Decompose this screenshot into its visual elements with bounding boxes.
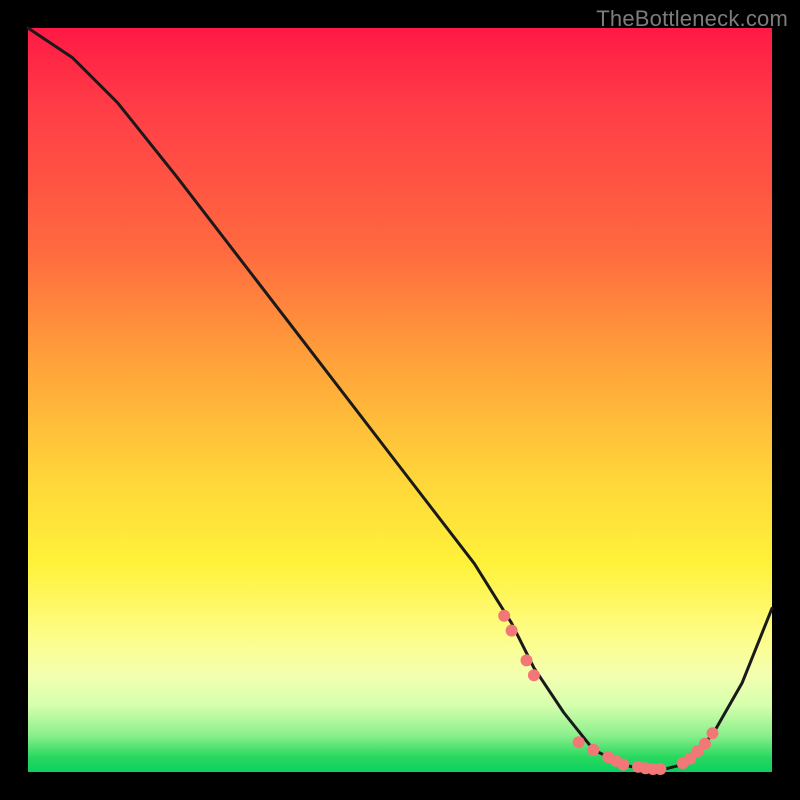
data-marker — [573, 736, 585, 748]
bottleneck-curve — [28, 28, 772, 772]
data-marker — [528, 669, 540, 681]
data-marker — [654, 763, 666, 775]
data-marker — [498, 610, 510, 622]
data-marker — [587, 744, 599, 756]
data-marker — [506, 625, 518, 637]
curve-path — [28, 28, 772, 772]
data-marker — [707, 727, 719, 739]
chart-frame: TheBottleneck.com — [0, 0, 800, 800]
data-marker — [521, 654, 533, 666]
plot-area — [28, 28, 772, 772]
data-marker — [699, 738, 711, 750]
data-marker — [617, 759, 629, 771]
